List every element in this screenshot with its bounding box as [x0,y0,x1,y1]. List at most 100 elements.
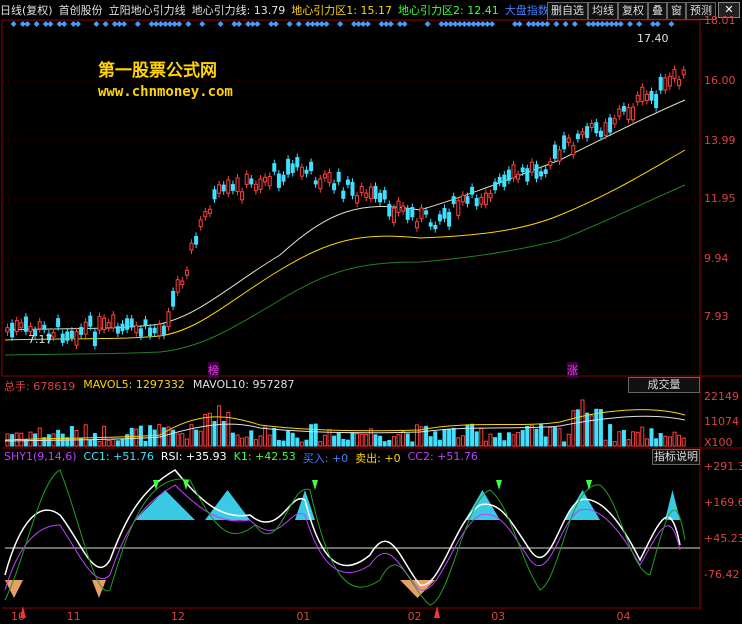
volume-bar [350,432,355,447]
volume-bar [180,433,185,447]
candle-body [240,191,245,201]
candle-body [138,328,143,337]
candle-body [115,326,120,334]
volume-bar [552,427,557,447]
signal-diamond [61,21,68,27]
candle-body [120,323,125,332]
candle-body [97,315,102,331]
volume-bar [511,434,516,447]
candle-body [350,181,355,196]
volume-bar [189,424,194,447]
candle-body [175,279,180,293]
volume-total: 总手: 678619 [4,380,76,393]
volume-bar [428,436,433,447]
candle-body [548,160,553,167]
volume-bar [543,436,548,447]
gravity-zone2-line [4,184,686,356]
volume-bar [635,431,640,447]
indicator-axis-label: -76.42 [704,568,740,581]
volume-bar [378,435,383,447]
volume-bar [286,430,291,447]
candle-body [281,174,286,182]
event-marker-1[interactable]: 榜 [208,362,219,378]
overbought-fill [665,490,680,520]
candle-body [497,176,502,183]
volume-bar [198,430,203,447]
volume-axis-unit: X100 [704,436,733,449]
candle-body [594,122,599,134]
candle-body [373,185,378,200]
candle-body [19,322,24,329]
volume-bar [534,428,539,447]
candle-body [28,325,33,333]
volume-bar [184,438,189,447]
candle-body [626,107,631,120]
signal-diamond [337,21,344,27]
candle-body [267,175,272,187]
volume-bar [557,428,562,447]
signal-diamond [571,21,578,27]
volume-bar [396,434,401,447]
candle-body [102,317,107,330]
candle-body [313,180,318,185]
indicator-sell: 卖出: +0 [355,452,401,465]
volume-bar [106,440,111,447]
volume-bar [437,439,442,447]
volume-bar [529,425,534,447]
volume-bar [603,439,608,447]
volume-bar [575,409,580,447]
volume-bar [391,436,396,447]
volume-bar [626,439,631,447]
candle-body [649,90,654,101]
signal-diamond [636,21,643,27]
candle-body [617,108,622,117]
signal-diamond [254,21,261,27]
price-low-label: 7.17 [28,333,53,346]
volume-bar [37,427,42,447]
candle-body [148,327,153,337]
volume-bar [33,433,38,447]
signal-diamond [553,21,560,27]
candle-body [355,195,360,204]
signal-diamond [93,21,100,27]
candle-body [539,171,544,177]
date-axis-label: 10 [10,610,25,623]
volume-bar [69,426,74,447]
candle-body [612,118,617,125]
candle-body [345,179,350,185]
candle-body [529,161,534,173]
candle-body [470,186,475,195]
signal-diamond [617,21,624,27]
volume-indicator-select[interactable]: 成交量 [628,377,700,393]
candle-body [640,86,645,102]
candle-body [249,178,254,185]
volume-bar [401,431,406,447]
candle-body [318,178,323,190]
volume-bar [355,433,360,447]
candle-body [226,179,231,194]
indicator-help-button[interactable]: 指标说明 [652,449,700,465]
candle-body [212,189,217,200]
volume-bar [336,431,341,447]
volume-bar [585,412,590,447]
signal-diamond [387,21,394,27]
candle-body [644,93,649,101]
event-marker-2[interactable]: 涨 [567,362,578,378]
volume-bar [580,399,585,447]
candle-body [479,196,484,205]
volume-bar [594,408,599,447]
candle-body [447,211,452,227]
volume-bar [681,437,686,447]
candle-body [571,145,576,156]
volume-bar [548,427,553,447]
candle-body [180,280,185,286]
candle-body [401,205,406,212]
candle-body [562,135,567,150]
candle-body [603,122,608,136]
candle-body [253,183,258,192]
candle-body [608,117,613,133]
volume-bar [175,433,180,447]
volume-bar [258,435,263,447]
indicator-rsi: RSI: +35.93 [160,450,227,463]
volume-bar [240,437,245,447]
